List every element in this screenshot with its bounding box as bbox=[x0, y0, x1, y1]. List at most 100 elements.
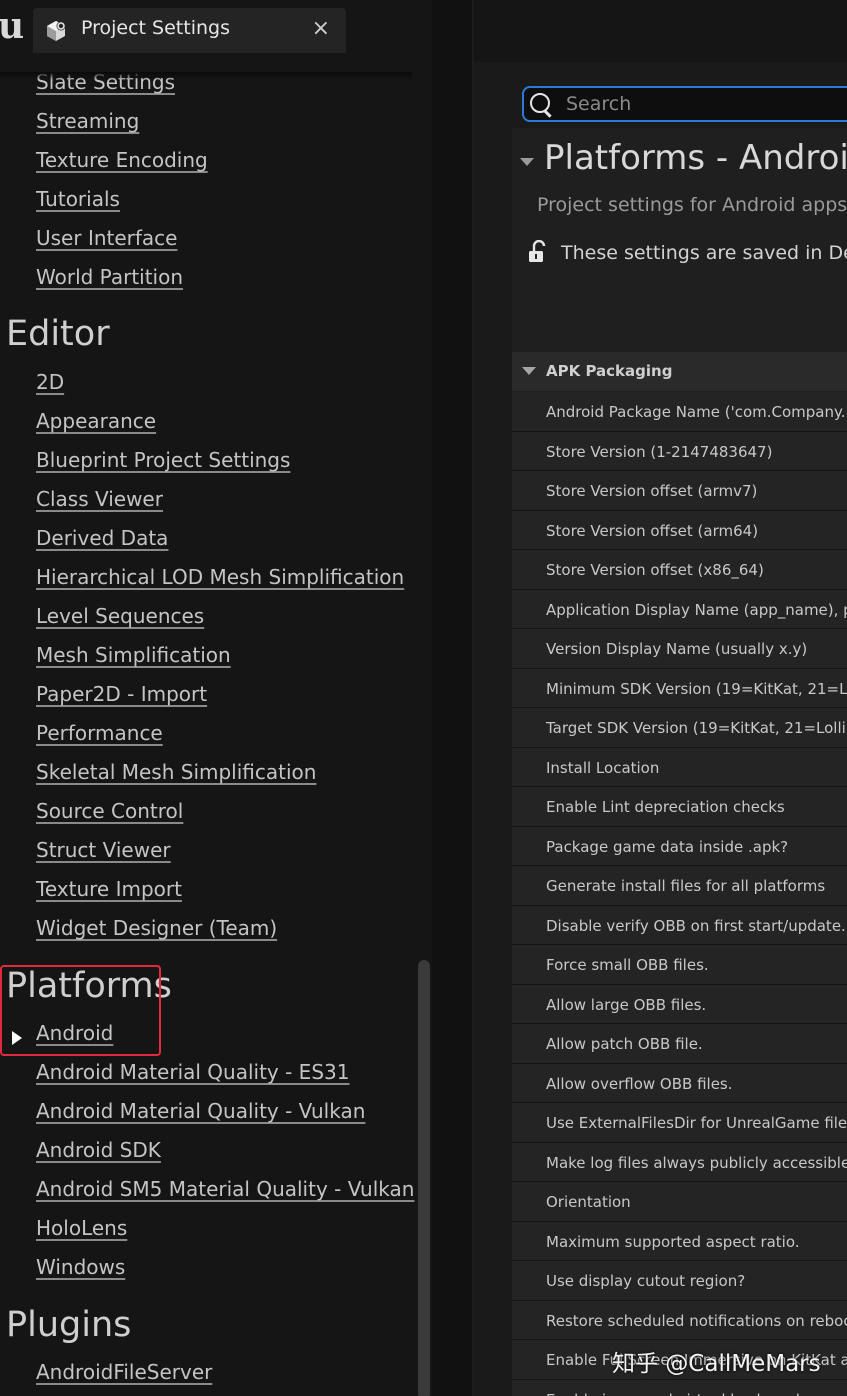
property-row[interactable]: Force small OBB files. bbox=[512, 945, 847, 985]
left-scrollbar-thumb[interactable] bbox=[418, 960, 430, 1396]
property-label: Store Version (1-2147483647) bbox=[546, 442, 773, 461]
property-label: Allow patch OBB file. bbox=[546, 1035, 703, 1053]
property-row[interactable]: Target SDK Version (19=KitKat, 21=Lollip… bbox=[512, 708, 847, 748]
collapse-category-icon bbox=[522, 367, 536, 375]
property-label: Maximum supported aspect ratio. bbox=[546, 1232, 800, 1251]
details-panel: Platforms - Androi Project settings for … bbox=[474, 62, 847, 1396]
property-row[interactable]: Use ExternalFilesDir for UnrealGame file… bbox=[512, 1103, 847, 1143]
property-row[interactable]: Allow large OBB files. bbox=[512, 984, 847, 1024]
property-label: Allow overflow OBB files. bbox=[546, 1074, 733, 1093]
settings-cube-icon bbox=[47, 21, 66, 41]
unreal-logo-icon: u bbox=[0, 5, 25, 47]
nav-item[interactable]: World Partition bbox=[36, 265, 183, 289]
property-label: Disable verify OBB on first start/update… bbox=[546, 916, 846, 935]
nav-item[interactable]: Texture Encoding bbox=[36, 148, 208, 172]
property-row[interactable]: Application Display Name (app_name), pro bbox=[512, 589, 847, 629]
property-row[interactable]: Store Version (1-2147483647) bbox=[512, 431, 847, 471]
property-row[interactable]: Android Package Name ('com.Company.Pr bbox=[512, 392, 847, 432]
saved-location-text: These settings are saved in Defa bbox=[561, 242, 847, 264]
category-header-plugins: Plugins bbox=[6, 1305, 132, 1345]
property-row[interactable]: Generate install files for all platforms bbox=[512, 866, 847, 906]
property-row[interactable]: Use display cutout region? bbox=[512, 1261, 847, 1301]
property-label: Use ExternalFilesDir for UnrealGame file… bbox=[546, 1114, 847, 1132]
property-label: Make log files always publicly accessibl… bbox=[546, 1153, 847, 1172]
settings-category-list: Slate Settings Streaming Texture Encoding T… bbox=[0, 62, 432, 1396]
nav-item[interactable]: Source Control bbox=[36, 799, 183, 823]
nav-item[interactable]: Android Material Quality - Vulkan bbox=[36, 1099, 365, 1123]
property-rows: Android Package Name ('com.Company.Pr Sto… bbox=[512, 392, 847, 1396]
tab-project-settings[interactable]: Project Settings × bbox=[33, 8, 346, 53]
nav-item[interactable]: Level Sequences bbox=[36, 604, 204, 628]
nav-item[interactable]: AndroidFileServer bbox=[36, 1360, 212, 1384]
property-label: Application Display Name (app_name), pro bbox=[546, 600, 847, 619]
nav-item[interactable]: Derived Data bbox=[36, 526, 168, 550]
nav-item[interactable]: User Interface bbox=[36, 226, 177, 250]
nav-item[interactable]: Mesh Simplification bbox=[36, 643, 231, 667]
property-row[interactable]: Allow patch OBB file. bbox=[512, 1024, 847, 1064]
property-row[interactable]: Disable verify OBB on first start/update… bbox=[512, 905, 847, 945]
property-label: Store Version offset (arm64) bbox=[546, 521, 759, 540]
nav-item[interactable]: Streaming bbox=[36, 109, 139, 133]
tab-title: Project Settings bbox=[81, 17, 230, 39]
nav-item[interactable]: Performance bbox=[36, 721, 163, 745]
title-bar: u Project Settings × bbox=[0, 0, 847, 62]
nav-item[interactable]: Hierarchical LOD Mesh Simplification bbox=[36, 565, 404, 589]
property-label: Minimum SDK Version (19=KitKat, 21=Loll bbox=[546, 679, 847, 698]
property-row[interactable]: Version Display Name (usually x.y) bbox=[512, 629, 847, 669]
property-label: Enable Lint depreciation checks bbox=[546, 798, 785, 816]
expand-arrow-icon[interactable] bbox=[12, 1031, 22, 1045]
property-label: Force small OBB files. bbox=[546, 956, 709, 974]
nav-item[interactable]: Class Viewer bbox=[36, 487, 163, 511]
section-title: Platforms - Androi bbox=[544, 138, 847, 178]
property-label: Store Version offset (armv7) bbox=[546, 482, 758, 500]
property-label: Target SDK Version (19=KitKat, 21=Lollip… bbox=[546, 719, 847, 737]
platforms-highlight-annotation bbox=[0, 965, 161, 1056]
property-label: Install Location bbox=[546, 758, 660, 777]
nav-item[interactable]: Widget Designer (Team) bbox=[36, 916, 277, 940]
property-label: Generate install files for all platforms bbox=[546, 877, 826, 895]
property-label: Store Version offset (x86_64) bbox=[546, 561, 764, 579]
property-row[interactable]: Make log files always publicly accessibl… bbox=[512, 1142, 847, 1182]
property-row[interactable]: Minimum SDK Version (19=KitKat, 21=Loll bbox=[512, 668, 847, 708]
nav-item[interactable]: Android SDK bbox=[36, 1138, 161, 1162]
category-apk-packaging[interactable]: APK Packaging bbox=[512, 352, 847, 391]
nav-item[interactable]: Blueprint Project Settings bbox=[36, 448, 290, 472]
close-icon[interactable]: × bbox=[312, 16, 330, 41]
property-row[interactable]: Package game data inside .apk? bbox=[512, 826, 847, 866]
property-row[interactable]: Store Version offset (arm64) bbox=[512, 510, 847, 550]
property-label: Orientation bbox=[546, 1193, 631, 1211]
nav-item[interactable]: Tutorials bbox=[36, 187, 120, 211]
nav-item[interactable]: Windows bbox=[36, 1255, 125, 1279]
property-row[interactable]: Allow overflow OBB files. bbox=[512, 1063, 847, 1103]
nav-item[interactable]: Paper2D - Import bbox=[36, 682, 207, 706]
nav-item[interactable]: Skeletal Mesh Simplification bbox=[36, 760, 316, 784]
nav-item[interactable]: Android Material Quality - ES31 bbox=[36, 1060, 349, 1084]
property-row[interactable]: Enable improved virtual keyboard bbox=[512, 1379, 847, 1396]
property-row[interactable]: Maximum supported aspect ratio. bbox=[512, 1221, 847, 1261]
property-label: Package game data inside .apk? bbox=[546, 837, 789, 856]
collapse-section-icon[interactable] bbox=[520, 158, 534, 166]
panel-splitter[interactable] bbox=[432, 0, 474, 1396]
nav-item[interactable]: Struct Viewer bbox=[36, 838, 171, 862]
property-row[interactable]: Enable Lint depreciation checks bbox=[512, 787, 847, 827]
search-icon bbox=[530, 93, 550, 113]
unlock-icon[interactable] bbox=[528, 240, 548, 264]
watermark: 知乎 @CallMeMars bbox=[612, 1351, 821, 1377]
property-row[interactable]: Store Version offset (x86_64) bbox=[512, 550, 847, 590]
nav-item[interactable]: Appearance bbox=[36, 409, 156, 433]
nav-item[interactable]: Texture Import bbox=[36, 877, 182, 901]
nav-item[interactable]: Android SM5 Material Quality - Vulkan bbox=[36, 1177, 414, 1201]
property-row[interactable]: Install Location bbox=[512, 747, 847, 787]
search-input[interactable] bbox=[564, 90, 847, 118]
property-label: Restore scheduled notifications on reboo… bbox=[546, 1311, 847, 1330]
nav-item[interactable]: 2D bbox=[36, 370, 64, 394]
search-box[interactable] bbox=[522, 86, 847, 122]
property-row[interactable]: Restore scheduled notifications on reboo… bbox=[512, 1300, 847, 1340]
property-label: Android Package Name ('com.Company.Pr bbox=[546, 403, 847, 421]
property-row[interactable]: Store Version offset (armv7) bbox=[512, 471, 847, 511]
nav-item[interactable]: HoloLens bbox=[36, 1216, 127, 1240]
section-subtitle: Project settings for Android apps bbox=[537, 194, 847, 216]
property-label: Allow large OBB files. bbox=[546, 995, 707, 1014]
category-label: APK Packaging bbox=[546, 362, 673, 380]
property-row[interactable]: Orientation bbox=[512, 1182, 847, 1222]
